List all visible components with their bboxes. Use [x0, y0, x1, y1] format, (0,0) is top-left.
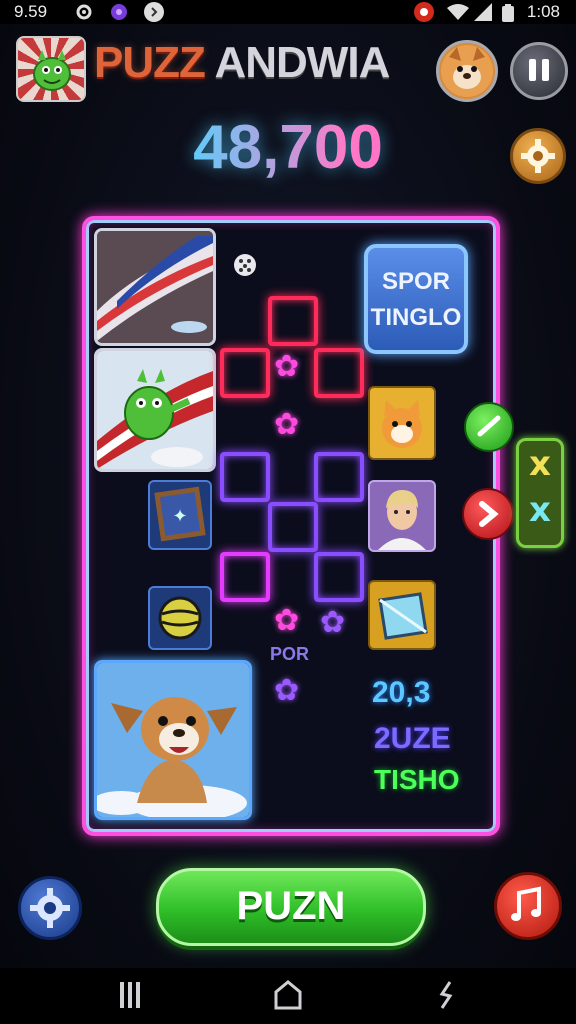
center-label: POR [270, 644, 310, 664]
dice-icon [232, 252, 258, 282]
check-button[interactable] [464, 402, 514, 452]
play-button[interactable]: PUZN [156, 868, 426, 946]
wifi-icon [446, 3, 470, 25]
bottom-settings-button[interactable] [18, 876, 82, 940]
status-time: 9.59 [14, 2, 48, 21]
monster-tile[interactable] [94, 348, 216, 472]
x-mark-2: x [529, 490, 551, 530]
stat-line-1: 20,3 [372, 676, 431, 709]
alert-status-icon [414, 2, 434, 22]
flower-status-icon [108, 2, 128, 22]
red-neon-square[interactable] [314, 348, 364, 398]
back-icon[interactable] [416, 978, 476, 1020]
app-logo [16, 36, 86, 102]
pink-clover-icon: ✿ [274, 603, 300, 638]
music-button[interactable] [494, 872, 562, 940]
cat-card[interactable] [368, 386, 436, 460]
purple-clover-icon: ✿ [320, 605, 346, 640]
app-title-part2: ANDWIA [214, 38, 390, 87]
purple-neon-square[interactable] [268, 502, 318, 552]
gear-status-icon [74, 2, 94, 22]
crystal-card[interactable] [368, 580, 436, 650]
spor-line1: SPOR [381, 268, 450, 295]
purple-neon-square[interactable] [220, 452, 270, 502]
app-title: PUZZ ANDWIA [94, 38, 390, 88]
stat-line-3: TISHO [374, 764, 460, 795]
red-neon-square[interactable] [220, 348, 270, 398]
spor-line2: TINGLO [370, 304, 462, 331]
person-card[interactable] [368, 480, 436, 552]
home-icon[interactable] [258, 978, 318, 1020]
signal-icon [474, 3, 492, 25]
purple-neon-square[interactable] [314, 452, 364, 502]
spor-tinglo-box[interactable]: SPOR TINGLO [364, 244, 468, 354]
settings-gear-button[interactable] [510, 128, 566, 184]
battery-icon [502, 4, 514, 26]
red-neon-square[interactable] [268, 296, 318, 346]
pink-clover-icon: ✿ [274, 349, 300, 384]
score-display: 48,700 [0, 112, 576, 183]
dog-tile[interactable] [94, 660, 252, 820]
pink-neon-square[interactable] [220, 552, 270, 602]
next-button[interactable] [462, 488, 514, 540]
x-marks-panel[interactable]: x x [516, 438, 564, 548]
svg-text:✦: ✦ [172, 506, 187, 527]
pink-clover-icon: ✿ [274, 407, 300, 442]
purple-neon-square[interactable] [314, 552, 364, 602]
ball-card[interactable] [148, 586, 212, 650]
app-title-part1: PUZZ [94, 38, 206, 87]
chevron-status-icon [144, 2, 164, 22]
pause-button[interactable] [510, 42, 568, 100]
player-avatar[interactable] [436, 40, 498, 102]
frame-card[interactable]: ✦ [148, 480, 212, 550]
recent-apps-icon[interactable] [100, 978, 160, 1020]
status-clock: 1:08 [526, 2, 560, 21]
x-mark-1: x [529, 444, 551, 484]
stat-line-2: 2UZE [374, 722, 451, 755]
flag-tile[interactable] [94, 228, 216, 346]
purple-clover-icon: ✿ [274, 673, 300, 708]
